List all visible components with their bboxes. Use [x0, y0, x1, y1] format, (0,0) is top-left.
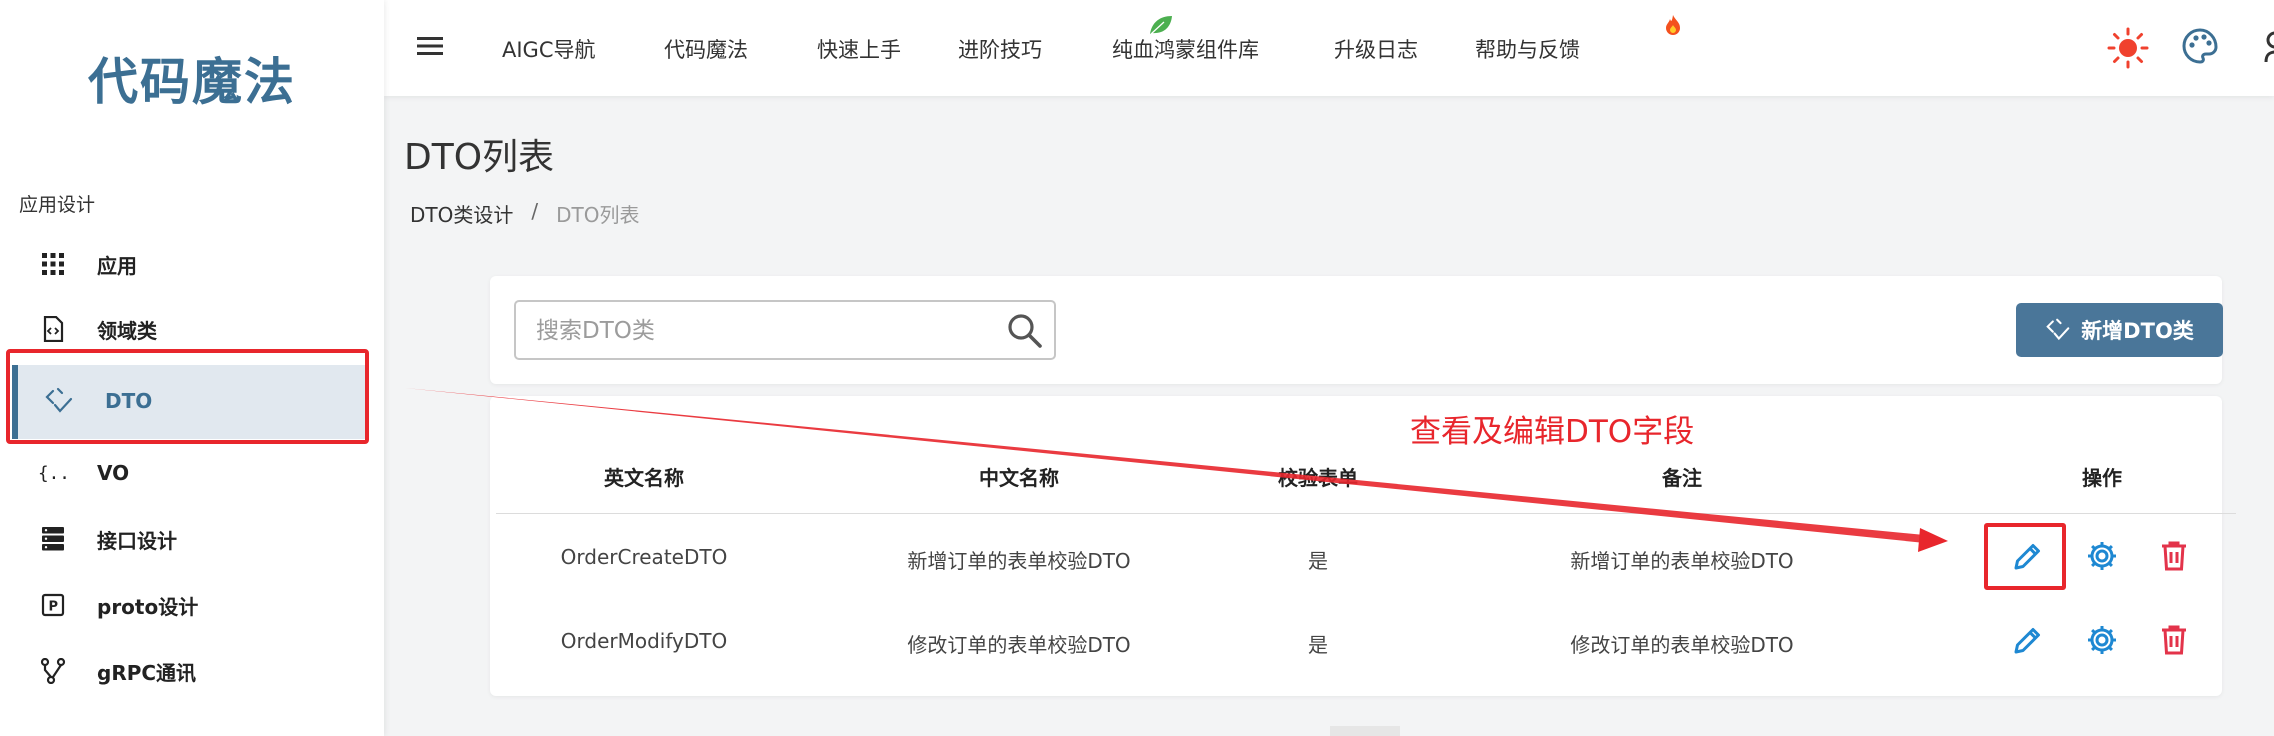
top-nav-changelog[interactable]: 升级日志 — [1334, 34, 1418, 64]
sun-icon[interactable] — [2106, 26, 2150, 74]
cell-validate-form: 是 — [1308, 633, 1328, 657]
highlight-box-edit — [1984, 523, 2066, 590]
highlight-box-dto — [6, 349, 369, 444]
sidebar-item-vo[interactable]: {..} VO — [0, 442, 384, 504]
top-navigation-bar: AIGC导航 代码魔法 快速上手 进阶技巧 纯血鸿蒙组件库 升级日志 帮助与反馈 — [384, 0, 2274, 96]
svg-text:P: P — [49, 600, 59, 615]
top-nav-help-feedback[interactable]: 帮助与反馈 — [1475, 34, 1580, 64]
column-header-validate-form: 校验表单 — [1278, 466, 1358, 490]
breadcrumb-separator: / — [531, 199, 539, 223]
sidebar: 代码魔法 应用设计 应用 领域类 DTO {..} — [0, 0, 384, 736]
search-input[interactable] — [536, 312, 996, 350]
dto-table — [490, 396, 2222, 696]
add-dto-button[interactable]: 新增DTO类 — [2016, 303, 2223, 357]
sidebar-item-label: 接口设计 — [97, 528, 177, 553]
sidebar-section-title: 应用设计 — [19, 194, 96, 216]
sidebar-item-label: gRPC通讯 — [97, 660, 197, 685]
search-toolbar: 新增DTO类 — [490, 276, 2223, 384]
grid-icon — [38, 249, 68, 279]
breadcrumb-dto-class-design[interactable]: DTO类设计 — [410, 199, 513, 228]
svg-text:{..}: {..} — [38, 464, 68, 484]
column-header-english-name: 英文名称 — [604, 466, 684, 490]
cell-validate-form: 是 — [1308, 549, 1328, 573]
proto-icon: P — [38, 590, 68, 620]
delete-icon[interactable] — [2155, 537, 2193, 575]
top-nav-quick-start[interactable]: 快速上手 — [817, 34, 901, 64]
page-title: DTO列表 — [404, 137, 555, 178]
top-nav-code-magic[interactable]: 代码魔法 — [664, 34, 748, 64]
cell-chinese-name: 修改订单的表单校验DTO — [907, 633, 1131, 657]
server-icon — [38, 524, 68, 554]
cell-english-name: OrderCreateDTO — [560, 545, 728, 569]
search-icon[interactable] — [1006, 312, 1044, 354]
gear-icon[interactable] — [2083, 537, 2121, 575]
branch-icon — [38, 656, 68, 686]
cell-remark: 新增订单的表单校验DTO — [1570, 549, 1794, 573]
gear-icon[interactable] — [2083, 621, 2121, 659]
menu-icon[interactable] — [414, 30, 446, 62]
sidebar-item-interface-design[interactable]: 接口设计 — [0, 508, 384, 570]
column-header-actions: 操作 — [2082, 466, 2122, 490]
column-header-remark: 备注 — [1662, 466, 1702, 490]
annotation-text: 查看及编辑DTO字段 — [1410, 414, 1695, 450]
sidebar-item-label: VO — [97, 461, 130, 485]
cell-chinese-name: 新增订单的表单校验DTO — [907, 549, 1131, 573]
column-header-chinese-name: 中文名称 — [979, 466, 1059, 490]
code-file-icon — [38, 314, 68, 344]
add-dto-button-label: 新增DTO类 — [2081, 319, 2194, 343]
app-logo[interactable]: 代码魔法 — [0, 42, 384, 114]
delete-icon[interactable] — [2155, 621, 2193, 659]
top-nav-harmony-components[interactable]: 纯血鸿蒙组件库 — [1112, 34, 1259, 64]
sidebar-item-label: 领域类 — [97, 318, 157, 343]
dto-icon — [2046, 318, 2070, 341]
pagination-hint — [1330, 726, 1400, 736]
top-nav-aigc[interactable]: AIGC导航 — [502, 34, 596, 64]
sidebar-item-label: 应用 — [97, 253, 137, 278]
fire-icon — [1664, 14, 1682, 40]
breadcrumb-dto-list: DTO列表 — [556, 203, 640, 227]
user-icon[interactable] — [2264, 30, 2274, 68]
sidebar-item-grpc[interactable]: gRPC通讯 — [0, 640, 384, 702]
sidebar-item-proto-design[interactable]: P proto设计 — [0, 574, 384, 636]
edit-icon[interactable] — [2009, 621, 2047, 659]
cell-english-name: OrderModifyDTO — [560, 629, 728, 653]
breadcrumb: DTO类设计 / DTO列表 — [410, 199, 639, 228]
sidebar-item-label: proto设计 — [97, 594, 199, 619]
braces-icon: {..} — [38, 458, 68, 488]
table-header-divider — [496, 513, 2236, 514]
sidebar-item-app[interactable]: 应用 — [0, 233, 384, 295]
cell-remark: 修改订单的表单校验DTO — [1570, 633, 1794, 657]
palette-icon[interactable] — [2182, 28, 2218, 68]
search-box — [514, 300, 1056, 360]
top-nav-advanced-tips[interactable]: 进阶技巧 — [958, 34, 1042, 64]
